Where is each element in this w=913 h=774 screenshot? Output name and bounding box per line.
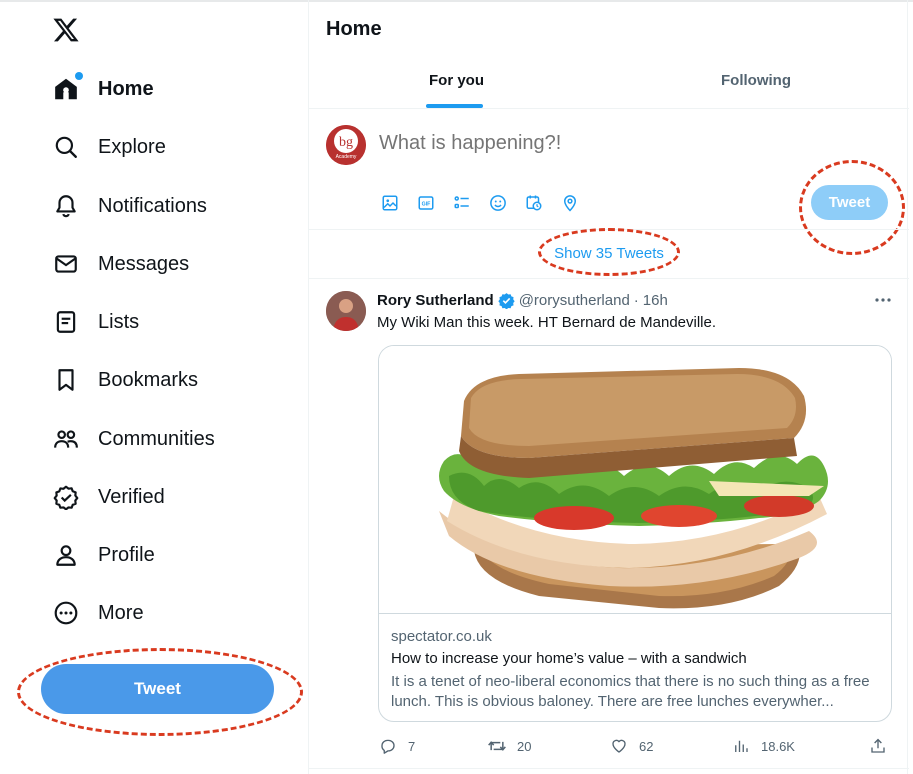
compose-input[interactable] [379, 132, 779, 155]
image-icon[interactable] [380, 193, 400, 213]
notification-dot [75, 72, 83, 80]
bookmark-icon [52, 366, 80, 394]
nav-communities-label: Communities [98, 427, 215, 450]
people-icon [52, 425, 80, 453]
nav-lists-label: Lists [98, 310, 140, 333]
location-icon[interactable] [560, 193, 580, 213]
verified-badge-icon [52, 483, 80, 511]
tab-following[interactable]: Following [721, 72, 791, 89]
reply-button[interactable]: 7 [378, 736, 415, 756]
avatar-logo-subtext: Academy [336, 154, 357, 160]
avatar-logo-text: bg [339, 135, 353, 150]
verified-badge-icon [498, 292, 515, 309]
nav-bookmarks[interactable]: Bookmarks [52, 360, 198, 400]
retweet-button[interactable]: 20 [487, 736, 531, 756]
view-count: 18.6K [761, 738, 795, 754]
share-button[interactable] [868, 736, 888, 756]
nav-explore-label: Explore [98, 135, 166, 158]
gif-icon[interactable]: GIF [416, 193, 436, 213]
more-options-icon[interactable] [871, 290, 895, 310]
bar-chart-icon [731, 736, 751, 756]
author-handle[interactable]: @rorysutherland [519, 292, 630, 309]
nav-profile-label: Profile [98, 543, 155, 566]
sidebar-tweet-button[interactable]: Tweet [41, 664, 274, 714]
retweet-count: 20 [517, 738, 532, 754]
card-title: How to increase your home’s value – with… [391, 650, 747, 667]
show-new-tweets-button[interactable]: Show 35 Tweets [309, 230, 909, 277]
person-icon [52, 541, 80, 569]
nav-explore[interactable]: Explore [52, 127, 166, 167]
nav-home-label: Home [98, 77, 154, 100]
card-domain: spectator.co.uk [391, 628, 492, 645]
divider [309, 278, 909, 279]
search-icon [52, 133, 80, 161]
bell-icon [52, 192, 80, 220]
nav-communities[interactable]: Communities [52, 419, 215, 459]
avatar[interactable] [326, 291, 366, 331]
heart-icon [609, 736, 629, 756]
tab-for-you[interactable]: For you [429, 72, 484, 89]
views-button[interactable]: 18.6K [731, 736, 795, 756]
divider [309, 768, 909, 769]
author-name[interactable]: Rory Sutherland [377, 292, 494, 309]
envelope-icon [52, 250, 80, 278]
nav-lists[interactable]: Lists [52, 302, 139, 342]
nav-messages-label: Messages [98, 252, 190, 275]
svg-text:GIF: GIF [422, 202, 432, 208]
divider [309, 108, 909, 109]
list-icon [52, 308, 80, 336]
nav-more-label: More [98, 601, 144, 624]
schedule-icon[interactable] [524, 193, 544, 213]
poll-icon[interactable] [452, 193, 472, 213]
post-timestamp[interactable]: 16h [643, 292, 668, 309]
emoji-icon[interactable] [488, 193, 508, 213]
nav-notifications-label: Notifications [98, 194, 207, 217]
x-logo-icon[interactable] [52, 16, 82, 46]
compose-tweet-button[interactable]: Tweet [811, 185, 888, 220]
separator-dot: · [633, 292, 639, 309]
nav-messages[interactable]: Messages [52, 244, 189, 284]
post-text: My Wiki Man this week. HT Bernard de Man… [377, 314, 717, 331]
nav-verified[interactable]: Verified [52, 477, 165, 517]
like-count: 62 [639, 738, 654, 754]
share-icon [868, 736, 888, 756]
card-description: It is a tenet of neo-liberal economics t… [391, 673, 870, 710]
left-sidebar: Home Explore Notifications Messages List… [0, 0, 308, 774]
nav-home[interactable]: Home [52, 69, 154, 109]
card-image-sandwich [379, 346, 891, 614]
page-title: Home [326, 18, 382, 40]
like-button[interactable]: 62 [609, 736, 653, 756]
home-icon [52, 72, 83, 103]
reply-icon [378, 736, 398, 756]
reply-count: 7 [408, 738, 416, 754]
nav-more[interactable]: More [52, 593, 144, 633]
more-circle-icon [52, 599, 80, 627]
retweet-icon [487, 736, 507, 756]
nav-verified-label: Verified [98, 485, 165, 508]
post-header: Rory Sutherland @rorysutherland · 16h [377, 292, 668, 309]
link-preview-card[interactable]: spectator.co.uk How to increase your hom… [378, 345, 892, 722]
main-timeline: Home For you Following bg Academy GIF Tw… [308, 0, 909, 774]
nav-notifications[interactable]: Notifications [52, 186, 207, 226]
nav-profile[interactable]: Profile [52, 535, 155, 575]
nav-bookmarks-label: Bookmarks [98, 368, 199, 391]
avatar[interactable]: bg Academy [326, 125, 366, 165]
